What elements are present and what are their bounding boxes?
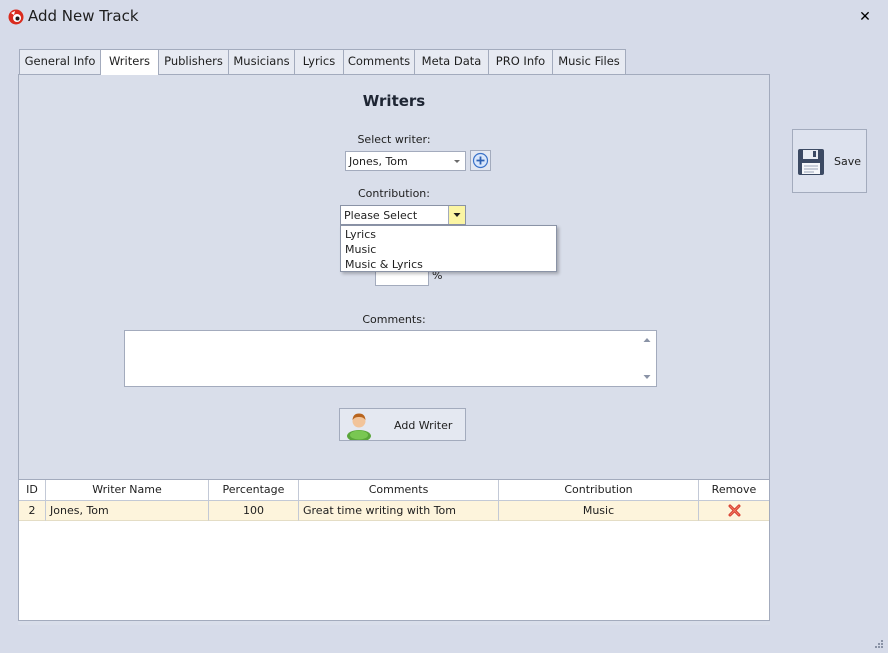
add-new-writer-button[interactable]: [470, 150, 491, 171]
app-logo-icon: [8, 9, 24, 25]
tab-lyrics[interactable]: Lyrics: [294, 49, 344, 74]
chevron-down-icon[interactable]: [449, 152, 465, 170]
contribution-label: Contribution:: [357, 187, 430, 200]
dropdown-option-music-lyrics[interactable]: Music & Lyrics: [345, 258, 423, 271]
column-header-comments[interactable]: Comments: [299, 480, 499, 501]
window-title: Add New Track: [28, 7, 139, 25]
column-header-remove[interactable]: Remove: [699, 480, 769, 501]
select-writer-label: Select writer:: [357, 133, 431, 146]
save-label: Save: [834, 155, 862, 168]
comments-scrollbar[interactable]: [639, 332, 655, 385]
user-icon: [347, 413, 371, 440]
tab-general-info[interactable]: General Info: [19, 49, 101, 74]
resize-grip[interactable]: [874, 639, 884, 649]
table-row-comments[interactable]: Great time writing with Tom: [299, 501, 499, 521]
tab-writers[interactable]: Writers: [100, 49, 159, 75]
contribution-dropdown-list: Lyrics Music Music & Lyrics: [340, 225, 557, 272]
tab-pro-info[interactable]: PRO Info: [488, 49, 553, 74]
column-header-contribution[interactable]: Contribution: [499, 480, 699, 501]
add-writer-label: Add Writer: [394, 419, 453, 432]
close-icon: ✕: [859, 9, 871, 25]
remove-row-button[interactable]: [699, 501, 769, 521]
tab-publishers[interactable]: Publishers: [158, 49, 229, 74]
tab-meta-data[interactable]: Meta Data: [414, 49, 489, 74]
red-x-icon: [728, 504, 740, 517]
writer-select-value: Jones, Tom: [349, 155, 408, 168]
table-row-percentage[interactable]: 100: [209, 501, 299, 521]
grid-footer: [18, 620, 770, 625]
comments-textarea[interactable]: [124, 330, 657, 387]
tab-musicians[interactable]: Musicians: [228, 49, 295, 74]
column-header-id[interactable]: ID: [19, 480, 46, 501]
save-button[interactable]: Save: [792, 129, 867, 193]
floppy-disk-icon: [798, 149, 824, 175]
contribution-select[interactable]: Please Select: [340, 205, 466, 225]
column-header-writer-name[interactable]: Writer Name: [46, 480, 209, 501]
section-title: Writers: [362, 92, 426, 110]
contribution-select-value: Please Select: [344, 209, 418, 222]
column-header-percentage[interactable]: Percentage: [209, 480, 299, 501]
dropdown-option-music[interactable]: Music: [345, 243, 376, 256]
dropdown-option-lyrics[interactable]: Lyrics: [345, 228, 376, 241]
chevron-down-icon[interactable]: [448, 206, 465, 224]
comments-label: Comments:: [362, 313, 426, 326]
scroll-down-icon: [643, 375, 651, 379]
writer-select[interactable]: Jones, Tom: [345, 151, 466, 171]
close-button[interactable]: ✕: [856, 8, 874, 26]
tab-comments[interactable]: Comments: [343, 49, 415, 74]
table-row-writer-name[interactable]: Jones, Tom: [46, 501, 209, 521]
table-row-contribution[interactable]: Music: [499, 501, 699, 521]
writers-grid: ID Writer Name Percentage Comments Contr…: [19, 479, 769, 622]
add-circle-icon: [472, 152, 489, 169]
scroll-up-icon: [643, 338, 651, 342]
add-writer-button[interactable]: Add Writer: [339, 408, 466, 441]
table-row-id[interactable]: 2: [19, 501, 46, 521]
tab-music-files[interactable]: Music Files: [552, 49, 626, 74]
